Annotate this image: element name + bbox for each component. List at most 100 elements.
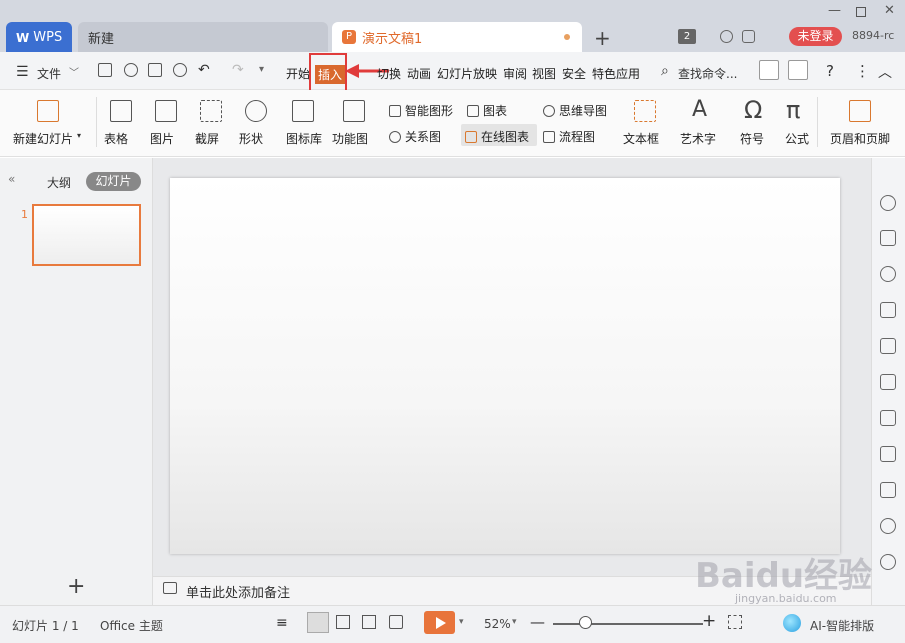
image-icon[interactable] xyxy=(155,100,177,122)
header-footer-icon[interactable] xyxy=(849,100,871,122)
online-chart-button[interactable]: 在线图表 xyxy=(465,128,529,145)
login-button[interactable]: 未登录 xyxy=(789,27,842,46)
menu-security[interactable]: 安全 xyxy=(562,65,586,82)
collab-icon[interactable] xyxy=(788,60,808,80)
undo-icon[interactable]: ↶ xyxy=(198,62,210,78)
play-dropdown-icon[interactable]: ▾ xyxy=(459,617,464,627)
quick-access-dropdown-icon[interactable]: ▾ xyxy=(259,64,264,75)
new-slide-icon[interactable] xyxy=(37,100,59,122)
shape-icon[interactable] xyxy=(245,100,267,122)
table-icon[interactable] xyxy=(110,100,132,122)
close-icon[interactable]: ✕ xyxy=(884,3,895,18)
star-icon[interactable] xyxy=(880,195,896,211)
picture-icon[interactable] xyxy=(880,482,896,498)
mindmap-button[interactable]: 思维导图 xyxy=(543,102,607,119)
fit-window-icon[interactable] xyxy=(728,615,742,629)
zoom-in-icon[interactable]: + xyxy=(702,611,716,631)
formula-button[interactable]: 公式 xyxy=(785,130,809,147)
slides-tab[interactable]: 幻灯片 xyxy=(86,172,141,191)
outline-tab[interactable]: 大纲 xyxy=(47,174,71,191)
image-button[interactable]: 图片 xyxy=(150,130,174,147)
normal-view-icon[interactable] xyxy=(307,612,329,633)
icon-library-button[interactable]: 图标库 xyxy=(286,130,322,147)
archive-icon[interactable] xyxy=(880,446,896,462)
theme-name[interactable]: Office 主题 xyxy=(100,617,163,634)
smart-art-button[interactable]: 智能图形 xyxy=(389,102,453,119)
window-count-badge[interactable]: 2 xyxy=(678,29,696,44)
audio-icon[interactable] xyxy=(880,518,896,534)
grid-view-icon[interactable] xyxy=(336,615,350,629)
menu-insert[interactable]: 插入 xyxy=(315,65,346,84)
search-icon[interactable]: ⌕ xyxy=(661,63,669,79)
notes-toggle-icon[interactable]: ≡ xyxy=(276,615,288,631)
table-button[interactable]: 表格 xyxy=(104,130,128,147)
ai-layout-button[interactable]: AI-智能排版 xyxy=(810,617,874,634)
chart-button[interactable]: 图表 xyxy=(467,102,507,119)
menu-review[interactable]: 审阅 xyxy=(503,65,527,82)
art-text-button[interactable]: 艺术字 xyxy=(680,130,716,147)
screenshot-button[interactable]: 截屏 xyxy=(195,130,219,147)
file-menu[interactable]: 文件 xyxy=(37,65,61,82)
save-icon[interactable] xyxy=(98,63,112,77)
screenshot-icon[interactable] xyxy=(200,100,222,122)
menu-start[interactable]: 开始 xyxy=(286,65,310,82)
menu-view[interactable]: 视图 xyxy=(532,65,556,82)
shield-icon[interactable] xyxy=(880,554,896,570)
icon-library-icon[interactable] xyxy=(292,100,314,122)
function-chart-icon[interactable] xyxy=(343,100,365,122)
tab-document[interactable]: P 演示文稿1 xyxy=(332,22,582,52)
new-slide-button[interactable]: 新建幻灯片 xyxy=(13,130,73,147)
minimize-icon[interactable]: — xyxy=(828,3,841,18)
comment-icon[interactable] xyxy=(880,230,896,246)
new-tab-button[interactable]: + xyxy=(594,26,611,50)
menu-animation[interactable]: 动画 xyxy=(407,65,431,82)
chevron-down-icon[interactable]: ▾ xyxy=(77,131,81,140)
collapse-ribbon-icon[interactable]: ︿ xyxy=(878,62,892,82)
hamburger-icon[interactable]: ☰ xyxy=(16,64,29,80)
textbox-button[interactable]: 文本框 xyxy=(623,130,659,147)
share-doc-icon[interactable] xyxy=(759,60,779,80)
zoom-slider-handle[interactable] xyxy=(579,616,592,629)
relation-button[interactable]: 关系图 xyxy=(389,128,441,145)
settings-sliders-icon[interactable] xyxy=(880,338,896,354)
menu-features[interactable]: 特色应用 xyxy=(592,65,640,82)
zoom-dropdown-icon[interactable]: ▾ xyxy=(512,617,517,627)
menu-slideshow[interactable]: 幻灯片放映 xyxy=(437,65,497,82)
formula-icon[interactable]: π xyxy=(786,96,800,124)
flowchart-button[interactable]: 流程图 xyxy=(543,128,595,145)
slide-canvas[interactable] xyxy=(170,178,840,554)
symbol-icon[interactable]: Ω xyxy=(744,96,762,124)
help-icon[interactable]: ? xyxy=(826,62,834,80)
print-icon[interactable] xyxy=(148,63,162,77)
skin-icon[interactable] xyxy=(720,30,733,43)
gallery-icon[interactable] xyxy=(880,374,896,390)
notes-placeholder[interactable]: 单击此处添加备注 xyxy=(186,582,290,601)
zoom-out-icon[interactable]: — xyxy=(530,613,545,631)
share-icon[interactable] xyxy=(742,30,755,43)
more-icon[interactable]: ⋮ xyxy=(855,62,870,80)
export-panel-icon[interactable] xyxy=(880,410,896,426)
function-chart-button[interactable]: 功能图 xyxy=(332,130,368,147)
header-footer-button[interactable]: 页眉和页脚 xyxy=(830,130,890,147)
textbox-icon[interactable] xyxy=(634,100,656,122)
search-command[interactable]: 查找命令... xyxy=(678,65,737,82)
tab-new[interactable]: 新建 xyxy=(78,22,328,52)
menu-transition[interactable]: 切换 xyxy=(377,65,401,82)
preview-icon[interactable] xyxy=(173,63,187,77)
chevron-down-icon[interactable]: ﹀ xyxy=(69,64,79,79)
zoom-level[interactable]: 52% xyxy=(484,617,511,631)
shape-button[interactable]: 形状 xyxy=(239,130,263,147)
maximize-icon[interactable] xyxy=(856,7,866,17)
slide-thumbnail[interactable] xyxy=(32,204,141,266)
presenter-view-icon[interactable] xyxy=(389,615,403,629)
reading-view-icon[interactable] xyxy=(362,615,376,629)
collapse-panel-icon[interactable]: « xyxy=(8,172,15,186)
zoom-slider[interactable] xyxy=(553,623,703,625)
ai-layout-icon[interactable] xyxy=(783,614,801,632)
add-slide-icon[interactable]: + xyxy=(67,574,85,599)
art-text-icon[interactable]: A xyxy=(692,97,707,122)
redo-icon[interactable]: ↷ xyxy=(232,62,244,78)
tab-wps[interactable]: W WPS xyxy=(6,22,72,52)
export-icon[interactable] xyxy=(124,63,138,77)
text-style-icon[interactable] xyxy=(880,302,896,318)
